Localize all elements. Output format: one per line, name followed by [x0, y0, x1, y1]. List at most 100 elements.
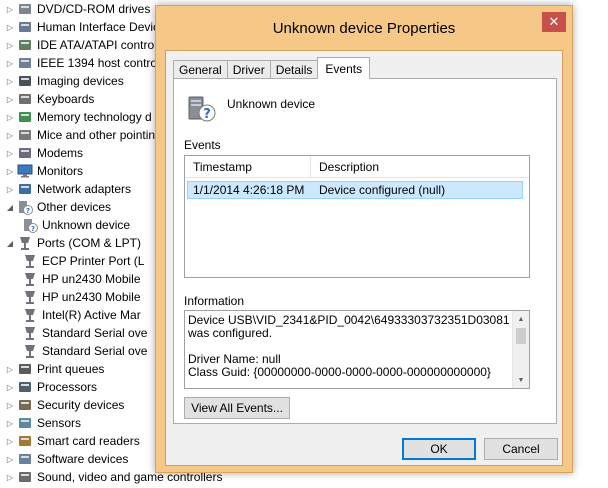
info-line: Device USB\VID_2341&PID_0042\64933303732…	[188, 313, 510, 340]
expand-arrow-icon[interactable]: ▷	[5, 468, 15, 486]
expand-arrow-icon[interactable]: ▷	[5, 72, 15, 90]
expand-arrow-icon[interactable]: ▷	[5, 144, 15, 162]
processor-icon	[17, 379, 33, 395]
expand-arrow-icon[interactable]: ▷	[5, 378, 15, 396]
expand-arrow-icon[interactable]: ▷	[5, 108, 15, 126]
memory-icon	[17, 109, 33, 125]
event-row[interactable]: 1/1/2014 4:26:18 PM Device configured (n…	[187, 181, 523, 199]
expand-arrow-icon[interactable]: ▷	[5, 0, 15, 18]
column-header-timestamp[interactable]: Timestamp	[185, 156, 311, 178]
tree-item[interactable]: Standard Serial ove	[22, 342, 147, 360]
tree-item-label: HP un2430 Mobile	[42, 272, 141, 286]
svg-text:?: ?	[31, 225, 35, 233]
ide-controller-icon	[17, 37, 33, 53]
device-name: Unknown device	[227, 97, 316, 111]
tree-item[interactable]: ▷ Mice and other pointin	[5, 126, 155, 144]
tree-item[interactable]: ? Unknown device	[22, 216, 130, 234]
tree-item-label: Sensors	[37, 416, 82, 430]
expand-arrow-icon[interactable]: ▷	[5, 396, 15, 414]
unknown-device-icon: ?	[22, 217, 38, 233]
tab-events[interactable]: Events	[317, 57, 371, 79]
network-adapter-icon	[17, 181, 33, 197]
tree-item[interactable]: ▷ Monitors	[5, 162, 83, 180]
port-icon	[22, 307, 38, 323]
collapse-arrow-icon[interactable]: ◢	[5, 234, 15, 252]
security-device-icon	[17, 397, 33, 413]
tree-item[interactable]: ▷ Memory technology d	[5, 108, 152, 126]
tree-item[interactable]: HP un2430 Mobile	[22, 288, 141, 306]
tree-item-label: Other devices	[37, 200, 112, 214]
tree-item[interactable]: ▷ Smart card readers	[5, 432, 140, 450]
tree-item[interactable]: ▷ Modems	[5, 144, 83, 162]
tree-item-label: Monitors	[37, 164, 84, 178]
dialog-titlebar[interactable]: Unknown device Properties ✕	[156, 6, 572, 50]
view-all-events-button[interactable]: View All Events...	[184, 397, 290, 419]
camera-icon	[17, 73, 33, 89]
tree-item-label: Network adapters	[37, 182, 132, 196]
tree-item-label: IDE ATA/ATAPI control	[37, 38, 157, 52]
tree-item[interactable]: ▷ Software devices	[5, 450, 128, 468]
port-icon	[22, 271, 38, 287]
tab-general[interactable]: General	[173, 60, 228, 79]
expand-arrow-icon[interactable]: ▷	[5, 90, 15, 108]
tree-item[interactable]: ▷ Human Interface Devic	[5, 18, 159, 36]
information-scrollbar[interactable]: ▲ ▼	[512, 311, 529, 388]
tree-item[interactable]: ▷ IEEE 1394 host controll	[5, 54, 163, 72]
expand-arrow-icon[interactable]: ▷	[5, 414, 15, 432]
tree-item[interactable]: ▷ Network adapters	[5, 180, 131, 198]
expand-arrow-icon[interactable]: ▷	[5, 126, 15, 144]
tree-item[interactable]: HP un2430 Mobile	[22, 270, 141, 288]
tree-item-label: DVD/CD-ROM drives	[37, 2, 151, 16]
tree-item-label: Unknown device	[42, 218, 131, 232]
scroll-up-icon[interactable]: ▲	[513, 311, 529, 327]
scroll-thumb[interactable]	[516, 328, 526, 344]
tree-item[interactable]: ▷ Print queues	[5, 360, 104, 378]
tree-item[interactable]: ◢? Other devices	[5, 198, 111, 216]
expand-arrow-icon[interactable]: ▷	[5, 162, 15, 180]
tree-item[interactable]: ▷ Security devices	[5, 396, 124, 414]
tree-item[interactable]: ▷ DVD/CD-ROM drives	[5, 0, 150, 18]
collapse-arrow-icon[interactable]: ◢	[5, 198, 15, 216]
expand-arrow-icon[interactable]: ▷	[5, 36, 15, 54]
tree-item[interactable]: ◢ Ports (COM & LPT)	[5, 234, 141, 252]
column-header-description[interactable]: Description	[311, 156, 529, 178]
information-textbox[interactable]: Device USB\VID_2341&PID_0042\64933303732…	[184, 310, 530, 389]
event-timestamp: 1/1/2014 4:26:18 PM	[193, 183, 305, 197]
info-line: Class Guid: {00000000-0000-0000-0000-000…	[188, 365, 491, 379]
tab-driver[interactable]: Driver	[226, 60, 271, 79]
cancel-button[interactable]: Cancel	[484, 438, 558, 460]
expand-arrow-icon[interactable]: ▷	[5, 360, 15, 378]
tree-item[interactable]: ▷ IDE ATA/ATAPI control	[5, 36, 157, 54]
printer-icon	[17, 361, 33, 377]
expand-arrow-icon[interactable]: ▷	[5, 180, 15, 198]
tree-item-label: IEEE 1394 host controll	[37, 56, 163, 70]
port-icon	[22, 343, 38, 359]
dialog-title: Unknown device Properties	[272, 20, 456, 37]
information-label: Information	[184, 294, 245, 308]
expand-arrow-icon[interactable]: ▷	[5, 18, 15, 36]
scroll-down-icon[interactable]: ▼	[513, 372, 529, 388]
port-icon	[17, 235, 33, 251]
keyboard-icon	[17, 91, 33, 107]
tree-item[interactable]: Intel(R) Active Mar	[22, 306, 141, 324]
tab-details[interactable]: Details	[269, 60, 319, 79]
tree-item[interactable]: ▷ Keyboards	[5, 90, 94, 108]
tree-item-label: Processors	[37, 380, 98, 394]
unknown-device-icon: ?	[185, 91, 217, 123]
smart-card-icon	[17, 433, 33, 449]
mouse-icon	[17, 127, 33, 143]
close-button[interactable]: ✕	[542, 12, 566, 32]
ok-button[interactable]: OK	[402, 438, 476, 460]
tree-item[interactable]: ▷ Imaging devices	[5, 72, 124, 90]
expand-arrow-icon[interactable]: ▷	[5, 432, 15, 450]
tree-item[interactable]: ▷ Processors	[5, 378, 97, 396]
expand-arrow-icon[interactable]: ▷	[5, 54, 15, 72]
tab-strip: General Driver Details Events	[173, 57, 371, 79]
tree-item[interactable]: Standard Serial ove	[22, 324, 147, 342]
events-list[interactable]: Timestamp Description 1/1/2014 4:26:18 P…	[184, 155, 530, 278]
tree-item[interactable]: ▷ Sensors	[5, 414, 81, 432]
expand-arrow-icon[interactable]: ▷	[5, 450, 15, 468]
software-device-icon	[17, 451, 33, 467]
tree-item[interactable]: ECP Printer Port (L	[22, 252, 144, 270]
port-icon	[22, 289, 38, 305]
